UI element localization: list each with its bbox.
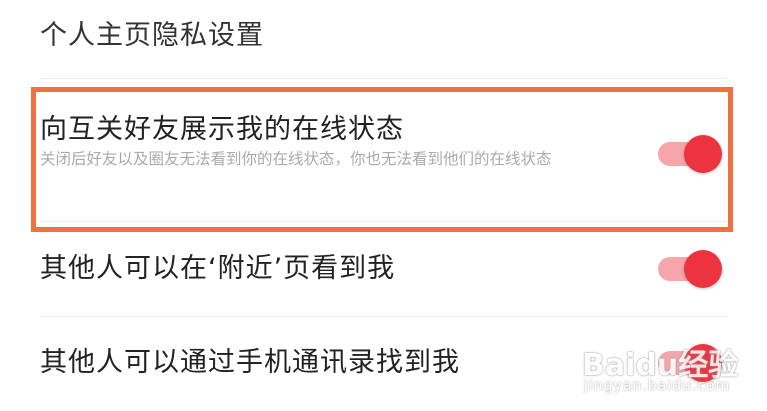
- setting-description-online-status: 关闭后好友以及圈友无法看到你的在线状态，你也无法看到他们的在线状态: [40, 150, 552, 168]
- setting-row-contacts[interactable]: 其他人可以通过手机通讯录找到我: [40, 345, 727, 381]
- divider: [40, 316, 727, 317]
- section-title: 个人主页隐私设置: [40, 20, 264, 51]
- setting-row-online-status[interactable]: 向互关好友展示我的在线状态 关闭后好友以及圈友无法看到你的在线状态，你也无法看到…: [40, 112, 727, 170]
- divider: [40, 221, 727, 222]
- contacts-toggle[interactable]: [658, 343, 722, 383]
- toggle-knob: [684, 344, 722, 382]
- setting-row-nearby[interactable]: 其他人可以在‘附近’页看到我: [40, 251, 727, 287]
- toggle-knob: [684, 250, 722, 288]
- setting-title-nearby: 其他人可以在‘附近’页看到我: [40, 253, 396, 284]
- toggle-knob: [684, 135, 722, 173]
- setting-title-contacts: 其他人可以通过手机通讯录找到我: [40, 347, 460, 378]
- setting-title-online-status: 向互关好友展示我的在线状态: [40, 114, 404, 145]
- online-status-toggle[interactable]: [658, 134, 722, 174]
- divider: [40, 78, 727, 79]
- nearby-toggle[interactable]: [658, 249, 722, 289]
